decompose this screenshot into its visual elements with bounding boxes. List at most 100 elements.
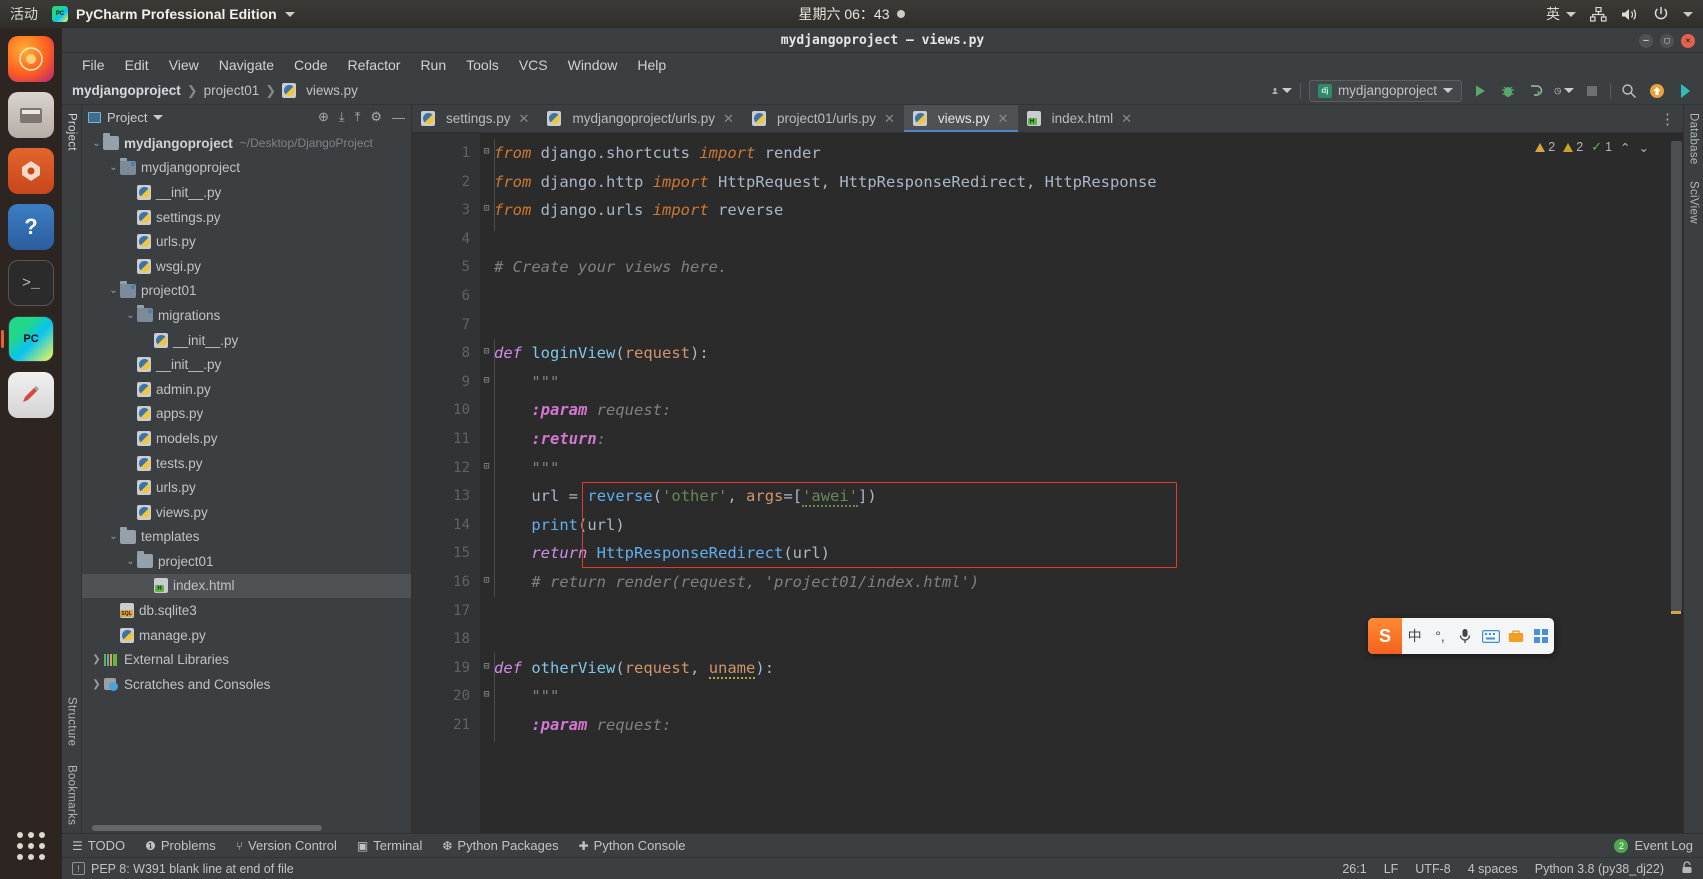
line-number[interactable]: 18 bbox=[412, 625, 480, 654]
breadcrumb-item-package[interactable]: project01 bbox=[204, 83, 260, 98]
editor-tab-index-html[interactable]: index.html ✕ bbox=[1018, 105, 1141, 132]
user-icon[interactable] bbox=[1272, 81, 1292, 101]
code-line[interactable]: """ bbox=[480, 368, 1683, 397]
dock-item-terminal[interactable]: >_ bbox=[8, 260, 54, 306]
file-encoding[interactable]: UTF-8 bbox=[1415, 862, 1450, 876]
power-icon[interactable] bbox=[1653, 6, 1669, 22]
line-number[interactable]: 12 ⊡ bbox=[412, 454, 489, 483]
ime-mode-button[interactable]: 中 bbox=[1402, 618, 1427, 654]
inspection-next-icon[interactable]: ⌄ bbox=[1639, 140, 1649, 155]
code-line[interactable]: # return render(request, 'project01/inde… bbox=[480, 568, 1683, 597]
event-log-button[interactable]: 2 Event Log bbox=[1614, 838, 1693, 853]
line-number[interactable]: 3 ⊡ bbox=[412, 196, 490, 225]
inspection-prev-icon[interactable]: ⌃ bbox=[1620, 140, 1630, 155]
code-line[interactable]: """ bbox=[480, 682, 1683, 711]
code-line[interactable]: url = reverse('other', args=['awei']) bbox=[480, 482, 1683, 511]
menu-edit[interactable]: Edit bbox=[115, 55, 159, 75]
line-number[interactable]: 17 bbox=[412, 597, 480, 626]
tree-item-index-html[interactable]: index.html bbox=[82, 573, 411, 599]
code-line[interactable]: from django.http import HttpRequest, Htt… bbox=[480, 168, 1683, 197]
tree-item-mydjangoproject[interactable]: ⌄ mydjangoproject ~/Desktop/DjangoProject bbox=[82, 131, 411, 156]
editor-tab-views-py[interactable]: views.py ✕ bbox=[903, 105, 1018, 132]
menu-code[interactable]: Code bbox=[284, 55, 337, 75]
breadcrumb-item-project[interactable]: mydjangoproject bbox=[72, 83, 181, 98]
line-number[interactable]: 10 bbox=[412, 396, 480, 425]
tree-item-apps-py[interactable]: apps.py bbox=[82, 402, 411, 427]
dock-item-pycharm[interactable]: PC bbox=[8, 316, 54, 362]
caret-position[interactable]: 26:1 bbox=[1342, 862, 1366, 876]
code-line[interactable]: from django.shortcuts import render bbox=[480, 139, 1683, 168]
settings-gear-icon[interactable]: ⚙ bbox=[370, 109, 382, 125]
network-icon[interactable] bbox=[1590, 6, 1607, 22]
maximize-button[interactable]: ▢ bbox=[1660, 33, 1674, 48]
weak-warnings-indicator[interactable]: 2 bbox=[1563, 140, 1583, 154]
run-button[interactable] bbox=[1470, 81, 1490, 101]
line-number-gutter[interactable]: 1 ⊟ 2 3 ⊡ 4 5 6 7 8 ⊟ 9 ⊟ 10 11 12 ⊡ 13 14 15 16 ⊡ 17 18 19 ⊟ 20 ⊟ 2… bbox=[412, 133, 490, 833]
tree-item--init-py[interactable]: __init__.py bbox=[82, 180, 411, 205]
close-icon[interactable]: ✕ bbox=[519, 111, 530, 127]
tree-item-urls-py[interactable]: urls.py bbox=[82, 475, 411, 500]
menu-run[interactable]: Run bbox=[410, 55, 456, 75]
inspection-widget[interactable]: 2 2 ✓ 1 ⌃ ⌄ bbox=[1535, 139, 1649, 155]
profile-button[interactable] bbox=[1554, 81, 1574, 101]
tool-window-button-structure[interactable]: Structure bbox=[66, 697, 78, 746]
code-line[interactable]: """ bbox=[480, 454, 1683, 483]
show-applications-button[interactable] bbox=[8, 823, 54, 869]
line-separator[interactable]: LF bbox=[1384, 862, 1399, 876]
line-number[interactable]: 19 ⊟ bbox=[412, 654, 489, 683]
tree-item-mydjangoproject[interactable]: ⌄ mydjangoproject bbox=[82, 156, 411, 181]
hide-panel-icon[interactable]: — bbox=[392, 110, 405, 125]
ime-toolbox-icon[interactable] bbox=[1503, 618, 1528, 654]
tree-item--init-py[interactable]: __init__.py bbox=[82, 352, 411, 377]
tree-item-templates[interactable]: ⌄ templates bbox=[82, 525, 411, 550]
tree-item-views-py[interactable]: views.py bbox=[82, 500, 411, 525]
bottom-tool-version-control[interactable]: ⑂ Version Control bbox=[236, 838, 337, 853]
tree-item-settings-py[interactable]: settings.py bbox=[82, 205, 411, 230]
dock-item-help[interactable]: ? bbox=[8, 204, 54, 250]
line-number[interactable]: 8 ⊟ bbox=[412, 339, 490, 368]
menu-tools[interactable]: Tools bbox=[456, 55, 509, 75]
warnings-indicator[interactable]: 2 bbox=[1535, 140, 1555, 154]
stop-button[interactable] bbox=[1582, 81, 1602, 101]
line-number[interactable]: 13 bbox=[412, 482, 480, 511]
line-number[interactable]: 6 bbox=[412, 282, 480, 311]
line-number[interactable]: 9 ⊟ bbox=[412, 368, 490, 397]
system-menu-chevron-icon[interactable] bbox=[1683, 11, 1693, 17]
close-button[interactable]: ✕ bbox=[1681, 33, 1695, 48]
code-line[interactable]: :param request: bbox=[480, 711, 1683, 740]
line-number[interactable]: 21 bbox=[412, 711, 480, 740]
code-line[interactable] bbox=[480, 282, 1683, 311]
select-opened-file-icon[interactable]: ⊕ bbox=[318, 109, 329, 125]
line-number[interactable]: 1 ⊟ bbox=[412, 139, 490, 168]
ime-toolbar[interactable]: S 中 °, bbox=[1368, 618, 1554, 654]
menu-vcs[interactable]: VCS bbox=[509, 55, 558, 75]
code-line[interactable]: from django.urls import reverse bbox=[480, 196, 1683, 225]
ime-keyboard-icon[interactable] bbox=[1478, 618, 1503, 654]
code-line[interactable]: # Create your views here. bbox=[480, 253, 1683, 282]
update-project-icon[interactable] bbox=[1647, 81, 1667, 101]
dock-item-ubuntu-software[interactable] bbox=[8, 148, 54, 194]
bottom-tool-python-console[interactable]: ✚ Python Console bbox=[579, 838, 686, 853]
line-number[interactable]: 4 bbox=[412, 225, 480, 254]
line-number[interactable]: 14 bbox=[412, 511, 480, 540]
tree-expand-arrow-icon[interactable]: ⌄ bbox=[107, 531, 120, 542]
indent-setting[interactable]: 4 spaces bbox=[1468, 862, 1518, 876]
code-line[interactable] bbox=[480, 225, 1683, 254]
dock-item-files[interactable] bbox=[8, 92, 54, 138]
editor-tab-mydjangoproject-urls-py[interactable]: mydjangoproject/urls.py ✕ bbox=[538, 105, 742, 132]
tool-window-button-project[interactable]: Project bbox=[66, 113, 78, 151]
debug-button[interactable] bbox=[1498, 81, 1518, 101]
tool-window-button-sciview[interactable]: SciView bbox=[1688, 181, 1700, 224]
bottom-tool-terminal[interactable]: ▣ Terminal bbox=[357, 838, 422, 853]
run-with-coverage-button[interactable] bbox=[1526, 81, 1546, 101]
tree-expand-arrow-icon[interactable]: ⌄ bbox=[90, 138, 103, 149]
checks-indicator[interactable]: ✓ 1 bbox=[1591, 139, 1612, 155]
app-menu-button[interactable]: PyCharm Professional Edition bbox=[52, 6, 295, 22]
collapse-all-icon[interactable]: ⤒ bbox=[355, 109, 361, 125]
close-icon[interactable]: ✕ bbox=[884, 111, 895, 127]
code-line[interactable]: def loginView(request): bbox=[480, 339, 1683, 368]
tree-expand-arrow-icon[interactable]: ⌄ bbox=[124, 310, 137, 321]
editor-marker-scrollbar[interactable] bbox=[1669, 133, 1683, 833]
tree-expand-arrow-icon[interactable]: ❯ bbox=[90, 654, 103, 665]
scrollbar-thumb[interactable] bbox=[1671, 141, 1682, 611]
